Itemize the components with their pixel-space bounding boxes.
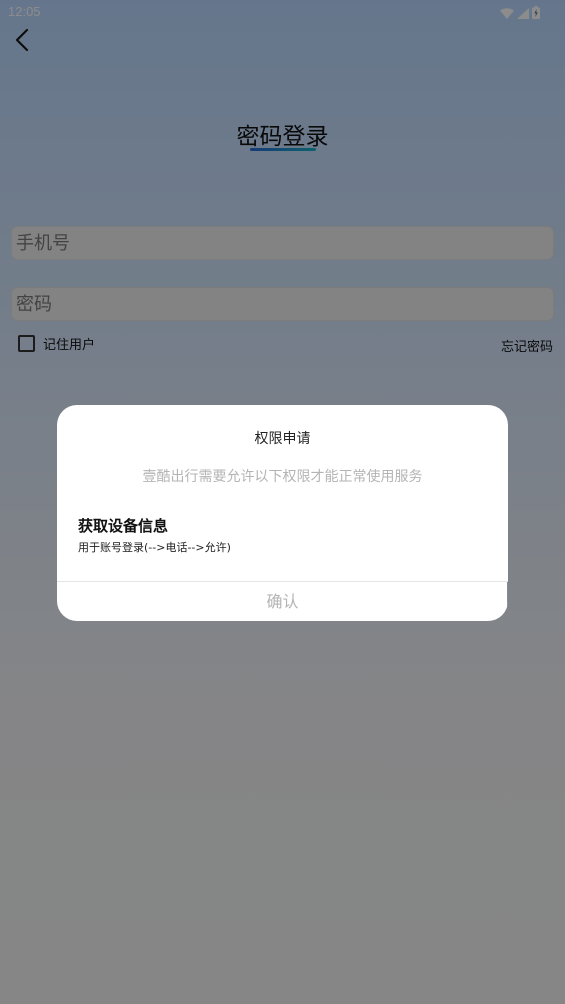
- permission-dialog: 权限申请 壹酷出行需要允许以下权限才能正常使用服务 获取设备信息 用于账号登录(…: [57, 405, 508, 621]
- permission-description: 用于账号登录(-->电话-->允许): [78, 541, 231, 554]
- confirm-button[interactable]: 确认: [57, 582, 508, 621]
- dialog-title: 权限申请: [254, 431, 311, 447]
- dialog-subtitle: 壹酷出行需要允许以下权限才能正常使用服务: [142, 469, 423, 485]
- permission-title: 获取设备信息: [78, 517, 169, 535]
